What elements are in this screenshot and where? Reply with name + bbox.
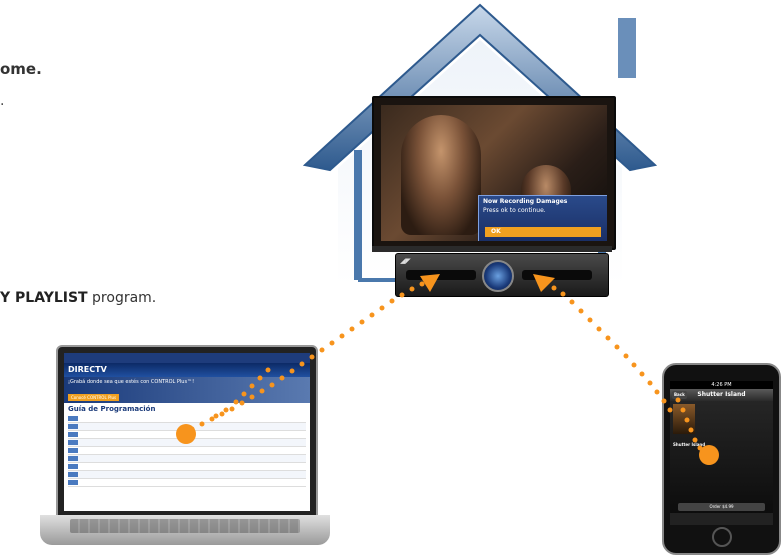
- laptop-endpoint-icon: [176, 424, 196, 444]
- connection-lines: [176, 274, 719, 465]
- receiver-arrow-right-icon: [533, 274, 555, 292]
- phone-to-receiver-dots: [551, 285, 673, 413]
- phone-inner-dots: [675, 397, 703, 451]
- phone-endpoint-icon: [699, 445, 719, 465]
